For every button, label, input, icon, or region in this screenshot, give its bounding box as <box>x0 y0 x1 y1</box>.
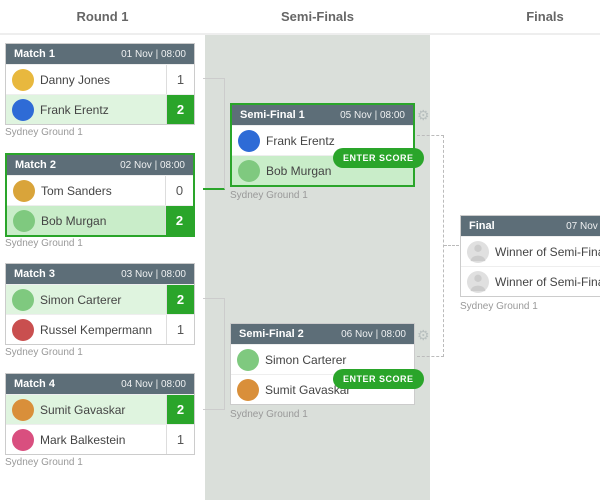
player-row[interactable]: Mark Balkestein 1 <box>6 424 194 454</box>
player-row[interactable]: Danny Jones 1 <box>6 64 194 94</box>
score: 2 <box>165 206 193 235</box>
avatar <box>12 99 34 121</box>
avatar <box>237 379 259 401</box>
player-row[interactable]: Tom Sanders 0 <box>7 175 193 205</box>
avatar-placeholder <box>467 271 489 293</box>
player-row[interactable]: Winner of Semi-Fina... <box>461 266 600 296</box>
semifinals-header: Semi-Finals <box>205 0 430 35</box>
score: 2 <box>166 95 194 124</box>
avatar <box>12 319 34 341</box>
semifinal-1[interactable]: Semi-Final 105 Nov | 08:00 Frank Erentz … <box>230 103 415 187</box>
venue-label: Sydney Ground 1 <box>5 127 83 138</box>
match-header: Final07 Nov | 08:00 <box>461 216 600 236</box>
final-match[interactable]: Final07 Nov | 08:00 Winner of Semi-Fina.… <box>460 215 600 297</box>
avatar-placeholder <box>467 241 489 263</box>
round1-header: Round 1 <box>0 0 205 35</box>
venue-label: Sydney Ground 1 <box>5 238 83 249</box>
match-header: Match 404 Nov | 08:00 <box>6 374 194 394</box>
score: 0 <box>165 176 193 205</box>
score: 2 <box>166 395 194 424</box>
venue-label: Sydney Ground 1 <box>5 457 83 468</box>
semifinal-2[interactable]: Semi-Final 206 Nov | 08:00 Simon Cartere… <box>230 323 415 405</box>
venue-label: Sydney Ground 1 <box>460 301 538 312</box>
match-1[interactable]: Match 101 Nov | 08:00 Danny Jones 1 Fran… <box>5 43 195 125</box>
avatar <box>12 289 34 311</box>
avatar <box>238 160 260 182</box>
score: 1 <box>166 65 194 94</box>
score: 1 <box>166 425 194 454</box>
score: 1 <box>166 315 194 344</box>
player-row[interactable]: Sumit Gavaskar 2 <box>6 394 194 424</box>
gear-icon[interactable]: ⚙ <box>417 107 430 124</box>
match-header: Match 101 Nov | 08:00 <box>6 44 194 64</box>
person-icon <box>467 241 489 263</box>
finals-header: Finals <box>430 0 600 35</box>
person-icon <box>467 271 489 293</box>
bracket-connector <box>417 135 444 357</box>
score: 2 <box>166 285 194 314</box>
avatar <box>12 429 34 451</box>
avatar <box>237 349 259 371</box>
bracket-connector <box>203 78 225 190</box>
player-row[interactable]: Winner of Semi-Fina... <box>461 236 600 266</box>
enter-score-button[interactable]: ENTER SCORE <box>333 148 424 168</box>
venue-label: Sydney Ground 1 <box>230 409 308 420</box>
avatar <box>12 69 34 91</box>
match-header: Semi-Final 206 Nov | 08:00 <box>231 324 414 344</box>
venue-label: Sydney Ground 1 <box>230 190 308 201</box>
bracket-connector <box>444 245 459 246</box>
player-row[interactable]: Russel Kempermann 1 <box>6 314 194 344</box>
player-row[interactable]: Bob Murgan 2 <box>7 205 193 235</box>
avatar <box>238 130 260 152</box>
bracket-connector <box>203 298 225 410</box>
match-3[interactable]: Match 303 Nov | 08:00 Simon Carterer 2 R… <box>5 263 195 345</box>
match-header: Semi-Final 105 Nov | 08:00 <box>232 105 413 125</box>
player-row[interactable]: Frank Erentz 2 <box>6 94 194 124</box>
player-row[interactable]: Simon Carterer 2 <box>6 284 194 314</box>
venue-label: Sydney Ground 1 <box>5 347 83 358</box>
match-2[interactable]: Match 202 Nov | 08:00 Tom Sanders 0 Bob … <box>5 153 195 237</box>
avatar <box>12 399 34 421</box>
avatar <box>13 210 35 232</box>
match-header: Match 303 Nov | 08:00 <box>6 264 194 284</box>
enter-score-button[interactable]: ENTER SCORE <box>333 369 424 389</box>
avatar <box>13 180 35 202</box>
match-4[interactable]: Match 404 Nov | 08:00 Sumit Gavaskar 2 M… <box>5 373 195 455</box>
match-header: Match 202 Nov | 08:00 <box>7 155 193 175</box>
